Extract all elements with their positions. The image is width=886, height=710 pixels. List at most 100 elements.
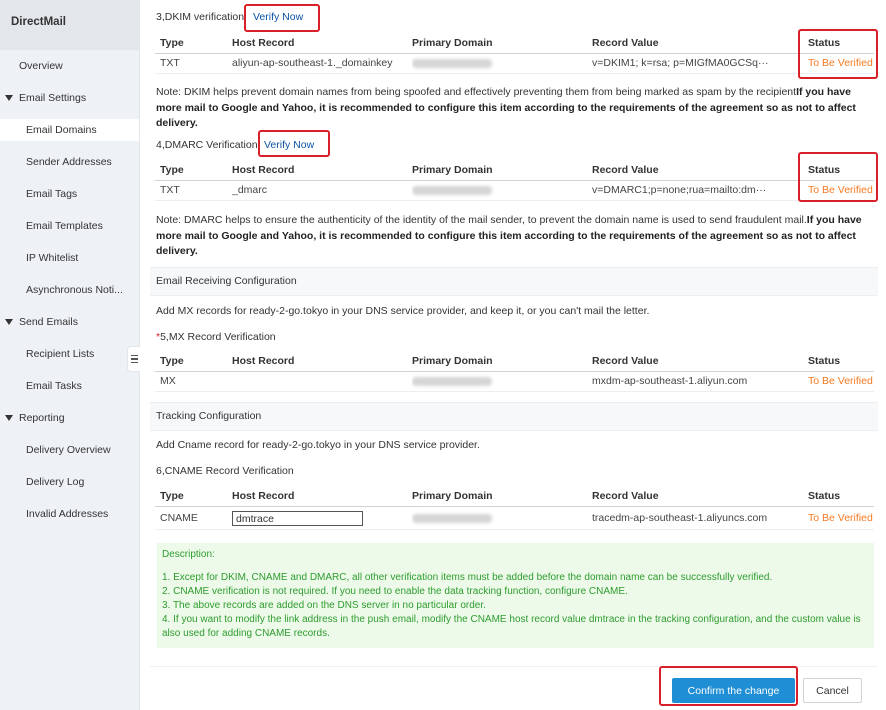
- dmarc-note: Note: DMARC helps to ensure the authenti…: [156, 214, 862, 257]
- column-header-type: Type: [160, 37, 184, 49]
- sidebar-item-label: Recipient Lists: [26, 348, 95, 360]
- dkim-status-highlight: [798, 29, 878, 79]
- primary-domain-redacted: [412, 372, 590, 393]
- sidebar-item-label: Invalid Addresses: [26, 508, 109, 520]
- primary-domain-redacted: [412, 54, 590, 75]
- sidebar-item-async-notifications[interactable]: Asynchronous Noti...: [0, 279, 139, 301]
- description-item: 1. Except for DKIM, CNAME and DMARC, all…: [162, 572, 773, 583]
- sidebar-group-email-settings[interactable]: Email Settings: [0, 87, 139, 109]
- cname-section-title: 6,CNAME Record Verification: [156, 465, 294, 477]
- caret-down-icon: [5, 415, 13, 421]
- dmarc-status-highlight: [798, 152, 878, 202]
- cname-host-record-input[interactable]: [232, 511, 363, 526]
- record-value: v=DKIM1; k=rsa; p=MIGfMA0GCSq···: [592, 57, 769, 69]
- sidebar-group-reporting[interactable]: Reporting: [0, 407, 139, 429]
- primary-domain-redacted: [412, 181, 590, 202]
- sidebar-item-label: Delivery Log: [26, 476, 85, 488]
- sidebar-item-email-domains[interactable]: Email Domains: [0, 119, 139, 141]
- column-header-host: Host Record: [232, 37, 295, 49]
- sidebar-item-label: Sender Addresses: [26, 156, 112, 168]
- host-record: _dmarc: [232, 184, 268, 196]
- sidebar-item-invalid-addresses[interactable]: Invalid Addresses: [0, 503, 139, 525]
- description-item: 2. CNAME verification is not required. I…: [162, 586, 628, 597]
- column-header-status: Status: [808, 490, 841, 502]
- sidebar-item-ip-whitelist[interactable]: IP Whitelist: [0, 247, 139, 269]
- menu-icon: [130, 354, 138, 357]
- email-receiving-section: Email Receiving Configuration: [150, 267, 878, 296]
- mx-section-title: *5,MX Record Verification: [156, 331, 276, 343]
- column-header-status: Status: [808, 355, 841, 367]
- sidebar-item-email-tags[interactable]: Email Tags: [0, 183, 139, 205]
- status-badge: To Be Verified: [808, 512, 873, 524]
- column-header-value: Record Value: [592, 37, 659, 49]
- status-badge: To Be Verified: [808, 375, 873, 387]
- domain-config-panel: 3,DKIM verification Verify Now Type Host…: [150, 0, 878, 710]
- dkim-verify-highlight: [244, 4, 320, 32]
- column-header-domain: Primary Domain: [412, 355, 493, 367]
- cname-instruction: Add Cname record for ready-2-go.tokyo in…: [156, 439, 480, 451]
- record-type: MX: [160, 375, 176, 387]
- sidebar-item-label: Email Tasks: [26, 380, 82, 392]
- record-value: v=DMARC1;p=none;rua=mailto:dm···: [592, 184, 767, 196]
- table-row: TXT aliyun-ap-southeast-1._domainkey v=D…: [155, 54, 874, 74]
- description-box: Description: 1. Except for DKIM, CNAME a…: [157, 543, 874, 648]
- sidebar-item-label: Send Emails: [19, 316, 78, 328]
- sidebar-item-label: Reporting: [19, 412, 65, 424]
- sidebar-item-label: Overview: [19, 60, 63, 72]
- sidebar-item-email-templates[interactable]: Email Templates: [0, 215, 139, 237]
- host-record: aliyun-ap-southeast-1._domainkey: [232, 57, 393, 69]
- record-type: CNAME: [160, 512, 198, 524]
- column-header-type: Type: [160, 490, 184, 502]
- dmarc-verify-highlight: [258, 130, 330, 157]
- column-header-value: Record Value: [592, 355, 659, 367]
- sidebar: DirectMail Overview Email Settings Email…: [0, 0, 140, 710]
- sidebar-item-email-tasks[interactable]: Email Tasks: [0, 375, 139, 397]
- mx-instruction: Add MX records for ready-2-go.tokyo in y…: [156, 305, 650, 317]
- column-header-value: Record Value: [592, 490, 659, 502]
- dmarc-table-header: Type Host Record Primary Domain Record V…: [155, 161, 874, 181]
- record-type: TXT: [160, 57, 180, 69]
- table-row: TXT _dmarc v=DMARC1;p=none;rua=mailto:dm…: [155, 181, 874, 201]
- record-value: mxdm-ap-southeast-1.aliyun.com: [592, 375, 748, 387]
- cancel-button[interactable]: Cancel: [803, 678, 862, 703]
- column-header-domain: Primary Domain: [412, 490, 493, 502]
- sidebar-item-label: Email Domains: [26, 124, 97, 136]
- sidebar-collapse-handle[interactable]: [127, 346, 140, 372]
- description-item: 3. The above records are added on the DN…: [162, 600, 486, 611]
- sidebar-item-label: Delivery Overview: [26, 444, 111, 456]
- description-title: Description:: [162, 549, 215, 560]
- sidebar-group-send-emails[interactable]: Send Emails: [0, 311, 139, 333]
- table-row: CNAME tracedm-ap-southeast-1.aliyuncs.co…: [155, 509, 874, 530]
- sidebar-item-label: IP Whitelist: [26, 252, 79, 264]
- primary-domain-redacted: [412, 509, 590, 530]
- caret-down-icon: [5, 95, 13, 101]
- confirm-highlight: [659, 666, 798, 706]
- dkim-section-title: 3,DKIM verification: [156, 11, 245, 23]
- column-header-host: Host Record: [232, 164, 295, 176]
- dkim-note: Note: DKIM helps prevent domain names fr…: [156, 86, 856, 129]
- sidebar-item-label: Email Templates: [26, 220, 103, 232]
- app-title: DirectMail: [0, 0, 139, 50]
- sidebar-item-label: Asynchronous Noti...: [26, 284, 123, 296]
- sidebar-item-recipient-lists[interactable]: Recipient Lists: [0, 343, 139, 365]
- record-type: TXT: [160, 184, 180, 196]
- mx-table-header: Type Host Record Primary Domain Record V…: [155, 352, 874, 372]
- table-row: MX mxdm-ap-southeast-1.aliyun.com To Be …: [155, 372, 874, 392]
- sidebar-item-label: Email Tags: [26, 188, 78, 200]
- caret-down-icon: [5, 319, 13, 325]
- column-header-type: Type: [160, 164, 184, 176]
- sidebar-item-label: Email Settings: [19, 92, 87, 104]
- description-item: 4. If you want to modify the link addres…: [162, 614, 861, 639]
- column-header-host: Host Record: [232, 490, 295, 502]
- section-title: Tracking Configuration: [156, 410, 262, 422]
- column-header-domain: Primary Domain: [412, 164, 493, 176]
- sidebar-item-delivery-overview[interactable]: Delivery Overview: [0, 439, 139, 461]
- sidebar-item-sender-addresses[interactable]: Sender Addresses: [0, 151, 139, 173]
- sidebar-item-delivery-log[interactable]: Delivery Log: [0, 471, 139, 493]
- sidebar-item-overview[interactable]: Overview: [0, 55, 139, 77]
- column-header-domain: Primary Domain: [412, 37, 493, 49]
- cname-table-header: Type Host Record Primary Domain Record V…: [155, 487, 874, 507]
- column-header-type: Type: [160, 355, 184, 367]
- dmarc-section-title: 4,DMARC Verification: [156, 139, 258, 151]
- tracking-section: Tracking Configuration: [150, 402, 878, 431]
